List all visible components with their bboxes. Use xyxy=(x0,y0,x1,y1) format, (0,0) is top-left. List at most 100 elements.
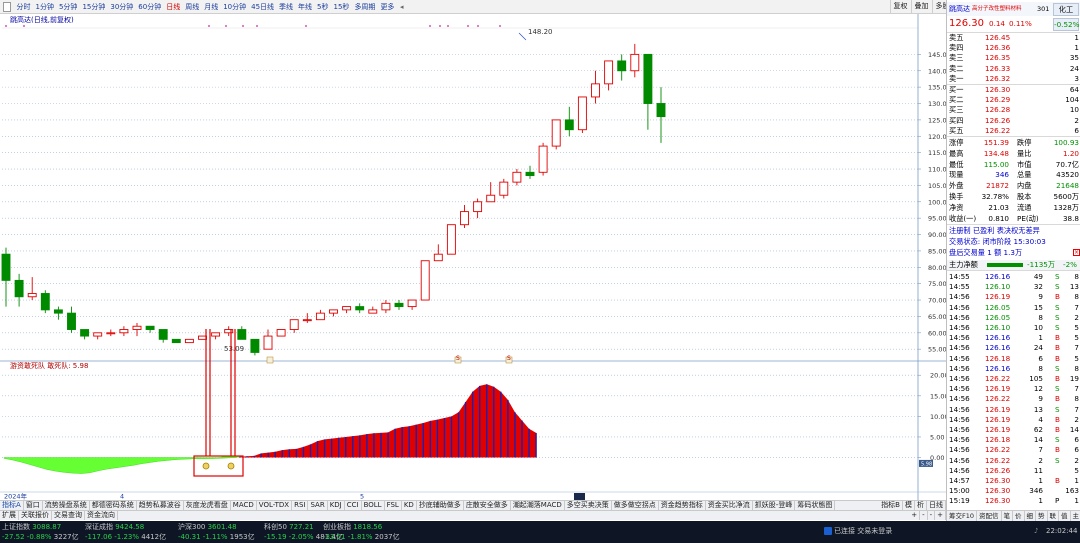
period-tab-1[interactable]: 1分钟 xyxy=(33,3,56,11)
period-tab-5[interactable]: 60分钟 xyxy=(136,3,164,11)
indicator-control-0[interactable]: 指标B xyxy=(879,501,903,510)
tick-row[interactable]: 14:56 126.22 9 B 8 xyxy=(947,394,1080,404)
tick-row[interactable]: 14:56 126.18 6 B 5 xyxy=(947,354,1080,364)
tick-row[interactable]: 14:56 126.22 7 B 6 xyxy=(947,445,1080,455)
indicator-tab-0[interactable]: 指标A xyxy=(0,501,24,510)
tick-row[interactable]: 14:55 126.16 49 S 8 xyxy=(947,272,1080,282)
indicator-tab-5[interactable]: 灰度龙虎看盘 xyxy=(184,501,231,510)
period-tab-15[interactable]: 多周期 xyxy=(352,3,378,11)
tick-row[interactable]: 14:56 126.05 8 S 2 xyxy=(947,313,1080,323)
extension-tab-3[interactable]: 资金流向 xyxy=(85,511,118,520)
tick-row[interactable]: 14:56 126.10 10 S 5 xyxy=(947,323,1080,333)
period-tab-7[interactable]: 周线 xyxy=(183,3,202,11)
extension-tab-0[interactable]: 扩展 xyxy=(0,511,19,520)
tick-row[interactable]: 14:56 126.16 8 S 8 xyxy=(947,364,1080,374)
tick-row[interactable]: 14:56 126.19 9 B 8 xyxy=(947,292,1080,302)
period-tab-16[interactable]: 更多 xyxy=(378,3,397,11)
period-tab-14[interactable]: 15秒 xyxy=(331,3,352,11)
quote-tab-1[interactable]: 资配信 xyxy=(977,511,1002,521)
period-tab-12[interactable]: 年线 xyxy=(296,3,315,11)
extension-tab-1[interactable]: 关联报价 xyxy=(19,511,52,520)
index-cell[interactable]: 科创50 727.21 xyxy=(262,522,321,532)
tick-row[interactable]: 14:56 126.19 12 S 7 xyxy=(947,384,1080,394)
extension-control-2[interactable]: - xyxy=(928,511,936,520)
tick-row[interactable]: 14:56 126.18 14 S 6 xyxy=(947,435,1080,445)
indicator-tab-16[interactable]: 庄散安全做多 xyxy=(464,501,511,510)
indicator-tab-18[interactable]: 多空买卖决策 xyxy=(565,501,612,510)
tool-button-0[interactable]: 复权 xyxy=(889,0,911,14)
index-cell[interactable]: 深证成指 9424.58 xyxy=(83,522,176,532)
quote-tab-5[interactable]: 势 xyxy=(1036,511,1048,521)
indicator-tab-15[interactable]: 抄底辅助做多 xyxy=(417,501,464,510)
quote-tab-6[interactable]: 联 xyxy=(1048,511,1060,521)
indicator-tab-12[interactable]: BOLL xyxy=(362,501,385,510)
extension-control-1[interactable]: - xyxy=(920,511,928,520)
indicator-tab-20[interactable]: 资金趋势指标 xyxy=(659,501,706,510)
quote-tab-0[interactable]: 筹交F10 xyxy=(947,511,978,521)
period-tab-3[interactable]: 15分钟 xyxy=(80,3,108,11)
indicator-tab-7[interactable]: VOL-TDX xyxy=(257,501,293,510)
period-tab-0[interactable]: 分时 xyxy=(14,3,33,11)
tick-row[interactable]: 14:57 126.30 1 B 1 xyxy=(947,476,1080,486)
extension-control-0[interactable]: + xyxy=(909,511,921,520)
kline-chart[interactable]: 145.00 140.00 135.00 130.00 125.00 120.00 115.… xyxy=(0,14,946,500)
tick-row[interactable]: 14:56 126.19 13 S 7 xyxy=(947,405,1080,415)
index-cell[interactable]: 创业板指 1818.56 xyxy=(321,522,401,532)
indicator-tab-2[interactable]: 流势操盘系统 xyxy=(43,501,90,510)
indicator-control-2[interactable]: 析 xyxy=(915,501,927,510)
indicator-tab-14[interactable]: KD xyxy=(402,501,417,510)
index-cell[interactable]: 沪深300 3601.48 xyxy=(176,522,262,532)
indicator-tab-6[interactable]: MACD xyxy=(231,501,257,510)
period-tab-13[interactable]: 5秒 xyxy=(315,3,331,11)
tick-row[interactable]: 14:56 126.22 2 S 2 xyxy=(947,456,1080,466)
extension-control-3[interactable]: + xyxy=(935,511,946,520)
indicator-tab-9[interactable]: SAR xyxy=(308,501,328,510)
indicator-tab-8[interactable]: RSI xyxy=(292,501,309,510)
tool-button-1[interactable]: 叠加 xyxy=(910,0,932,14)
indicator-tab-1[interactable]: 窗口 xyxy=(24,501,43,510)
period-tab-9[interactable]: 10分钟 xyxy=(221,3,249,11)
tick-row[interactable]: 14:56 126.22 105 B 19 xyxy=(947,374,1080,384)
quote-tab-3[interactable]: 价 xyxy=(1013,511,1025,521)
chevron-left-icon[interactable]: ◂ xyxy=(397,3,407,11)
index-cell[interactable]: 上证指数 3088.87 xyxy=(0,522,83,532)
indicator-tab-13[interactable]: FSL xyxy=(385,501,402,510)
tick-row[interactable]: 14:56 126.05 15 S 7 xyxy=(947,303,1080,313)
quote-tab-7[interactable]: 值 xyxy=(1059,511,1071,521)
tick-row[interactable]: 14:56 126.26 11 5 xyxy=(947,466,1080,476)
indicator-tab-23[interactable]: 筹码状態图 xyxy=(795,501,836,510)
tick-row[interactable]: 14:55 126.10 32 S 13 xyxy=(947,282,1080,292)
period-tab-6[interactable]: 日线 xyxy=(164,3,183,11)
tick-row[interactable]: 15:19 126.30 1 P 1 xyxy=(947,496,1080,506)
period-tab-8[interactable]: 月线 xyxy=(202,3,221,11)
quote-tab-8[interactable]: 主 xyxy=(1071,511,1080,521)
indicator-tab-11[interactable]: CCI xyxy=(345,501,362,510)
scroll-thumb[interactable] xyxy=(574,493,585,500)
panel-toggle-icon[interactable] xyxy=(3,1,11,12)
bell-icon[interactable]: ♪ xyxy=(1034,526,1038,536)
indicator-tab-4[interactable]: 趋势私募波谷 xyxy=(137,501,184,510)
indicator-tab-19[interactable]: 做多做空拐点 xyxy=(612,501,659,510)
indicator-tab-3[interactable]: 都德密码系统 xyxy=(90,501,137,510)
tick-row[interactable]: 15:00 126.30 346 163 xyxy=(947,486,1080,496)
tick-row[interactable]: 14:56 126.19 4 B 2 xyxy=(947,415,1080,425)
indicator-tab-17[interactable]: 潮起潮落MACD xyxy=(511,501,565,510)
indicator-tab-21[interactable]: 资金买比净流 xyxy=(706,501,753,510)
indicator-tab-10[interactable]: KDJ xyxy=(328,501,345,510)
period-tab-4[interactable]: 30分钟 xyxy=(108,3,136,11)
period-tab-10[interactable]: 45日线 xyxy=(249,3,277,11)
indicator-tab-22[interactable]: 抓妖股-登峰 xyxy=(753,501,796,510)
quote-tab-2[interactable]: 笔 xyxy=(1002,511,1014,521)
close-icon[interactable]: × xyxy=(1073,249,1080,256)
tick-row[interactable]: 14:56 126.19 62 B 14 xyxy=(947,425,1080,435)
tick-row[interactable]: 14:56 126.16 1 B 5 xyxy=(947,333,1080,343)
period-tab-2[interactable]: 5分钟 xyxy=(56,3,79,11)
period-tab-11[interactable]: 季线 xyxy=(277,3,296,11)
event-marker[interactable] xyxy=(266,356,274,364)
tick-row[interactable]: 14:56 126.16 24 B 7 xyxy=(947,343,1080,353)
extension-tab-2[interactable]: 交易查询 xyxy=(52,511,85,520)
indicator-control-1[interactable]: 模 xyxy=(903,501,915,510)
indicator-control-3[interactable]: 日线 xyxy=(927,501,946,510)
sector-badge[interactable]: 化工 xyxy=(1053,3,1079,16)
quote-tab-4[interactable]: 细 xyxy=(1025,511,1037,521)
